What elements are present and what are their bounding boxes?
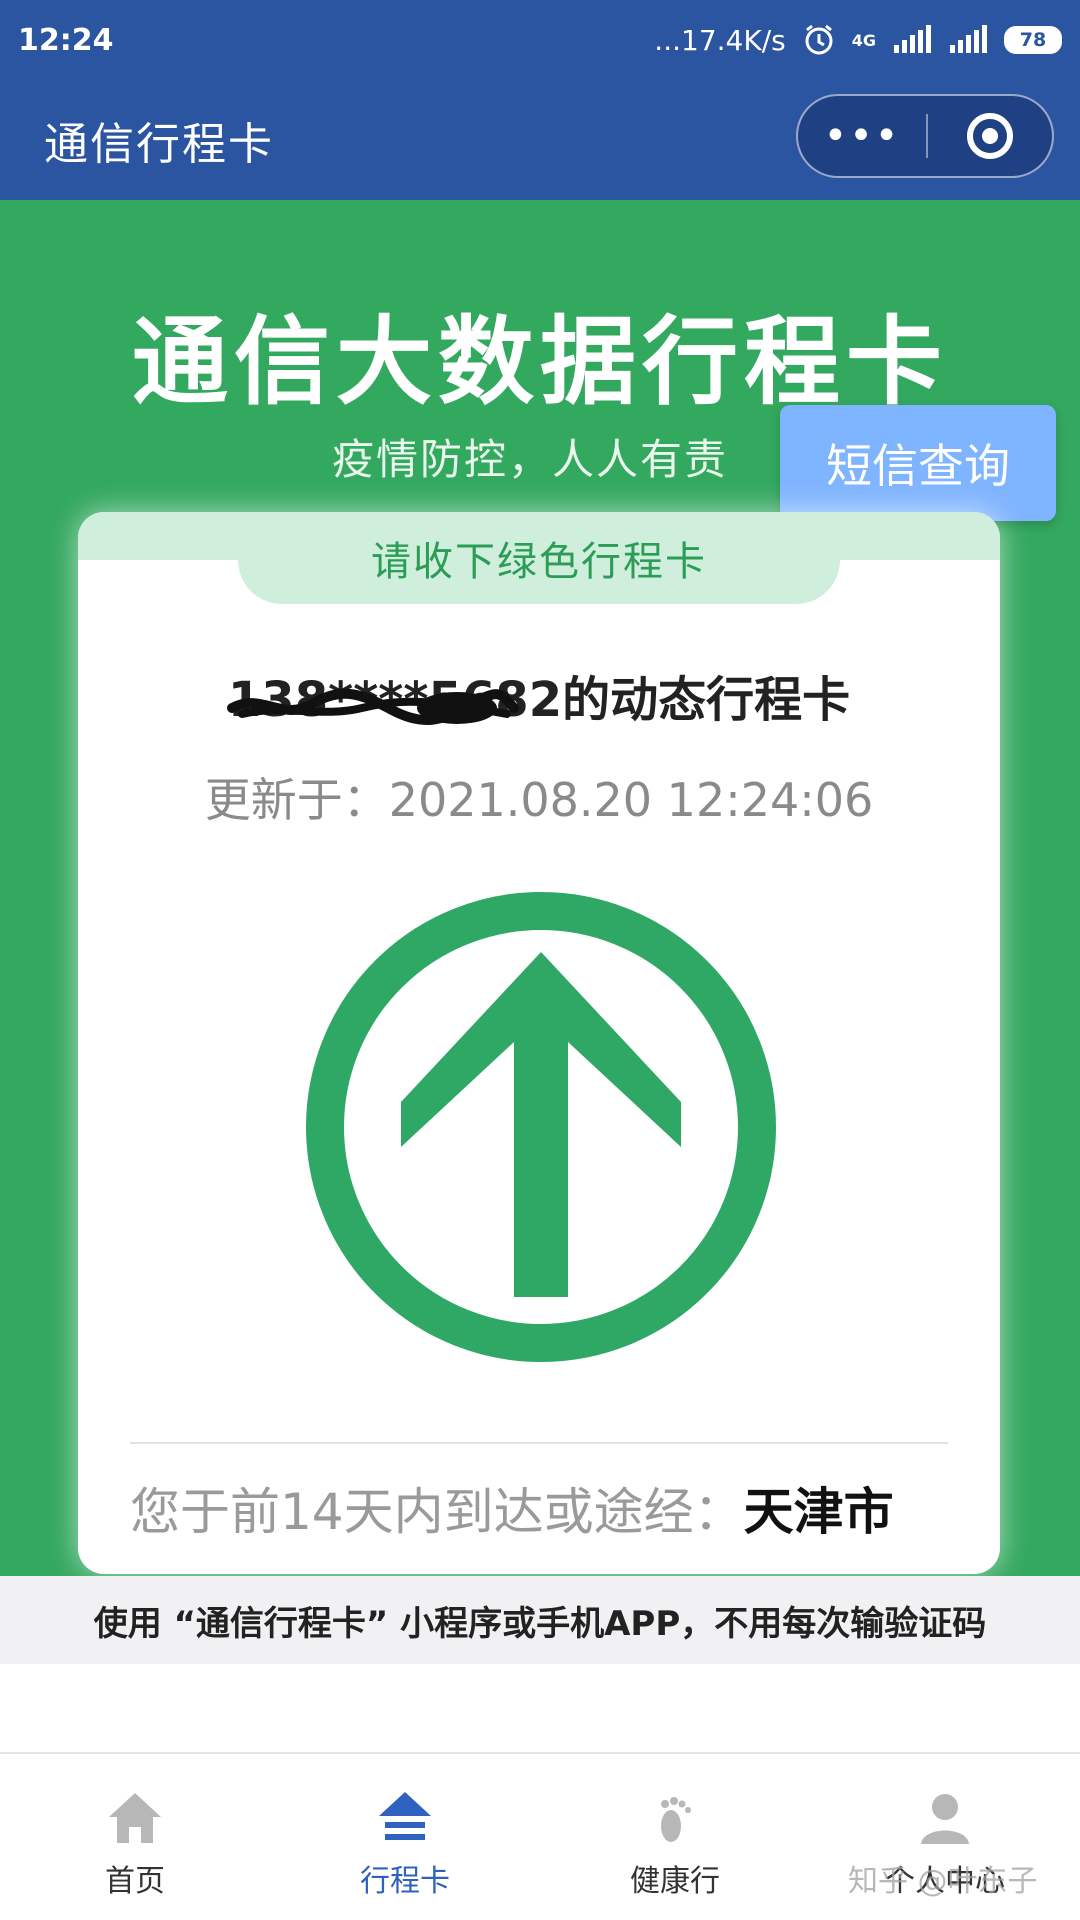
visited-label: 您于前14天内到达或途经： [130,1483,744,1541]
phone-number: 138****5682 [226,672,562,728]
card-tab-label: 请收下绿色行程卡 [371,539,707,585]
page-title: 通信行程卡 [44,119,274,170]
sms-query-button[interactable]: 短信查询 [780,405,1056,521]
target-close-icon [967,113,1013,159]
close-button[interactable] [928,110,1052,162]
title-bar: 通信行程卡 ••• [0,80,1080,200]
green-arrow-icon [306,892,776,1362]
trip-card: 请收下绿色行程卡 138****5682 的动态行程卡 更新于：2021.08.… [78,512,1000,1574]
card-tab: 请收下绿色行程卡 [238,512,840,604]
alarm-icon [802,23,836,57]
app-notice: 使用 “通信行程卡” 小程序或手机APP，不用每次输验证码 [0,1576,1080,1664]
nav-item-trip-card[interactable]: 行程卡 [270,1754,540,1920]
watermark: 知乎 @叶东子 [848,1864,1038,1899]
nav-item-home[interactable]: 首页 [0,1754,270,1920]
visited-city: 天津市 [743,1483,894,1541]
more-dots-icon: ••• [823,113,901,159]
nav-item-health[interactable]: 健康行 [540,1754,810,1920]
updated-time: 2021.08.20 12:24:06 [388,773,874,827]
signal-icon [892,25,932,55]
nav-label-home: 首页 [105,1864,165,1899]
person-icon [915,1788,975,1848]
visited-line: 您于前14天内到达或途经：天津市 [130,1472,894,1544]
net-speed: ...17.4K/s [654,23,786,57]
nav-label-trip-card: 行程卡 [360,1864,450,1899]
signal-icon-2 [948,25,988,55]
updated-label: 更新于： [204,773,389,827]
footprint-icon [645,1788,705,1848]
status-time: 12:24 [18,22,114,58]
status-indicators: ...17.4K/s 4G 78 [654,23,1062,57]
network-label: 4G [851,30,876,50]
battery-icon: 78 [1004,26,1062,54]
card-divider [130,1442,948,1444]
redaction-scribble [226,688,519,725]
phone-line: 138****5682 的动态行程卡 [78,660,1000,730]
phone-suffix: 的动态行程卡 [562,672,851,728]
updated-line: 更新于：2021.08.20 12:24:06 [78,764,1000,830]
arrow-up-stack-icon [375,1788,435,1848]
miniprogram-capsule: ••• [796,94,1054,178]
nav-label-health: 健康行 [630,1864,720,1899]
status-bar: 12:24 ...17.4K/s 4G 78 [0,0,1080,80]
more-button[interactable]: ••• [798,96,926,176]
home-icon [105,1788,165,1848]
hero-title: 通信大数据行程卡 [132,306,948,418]
